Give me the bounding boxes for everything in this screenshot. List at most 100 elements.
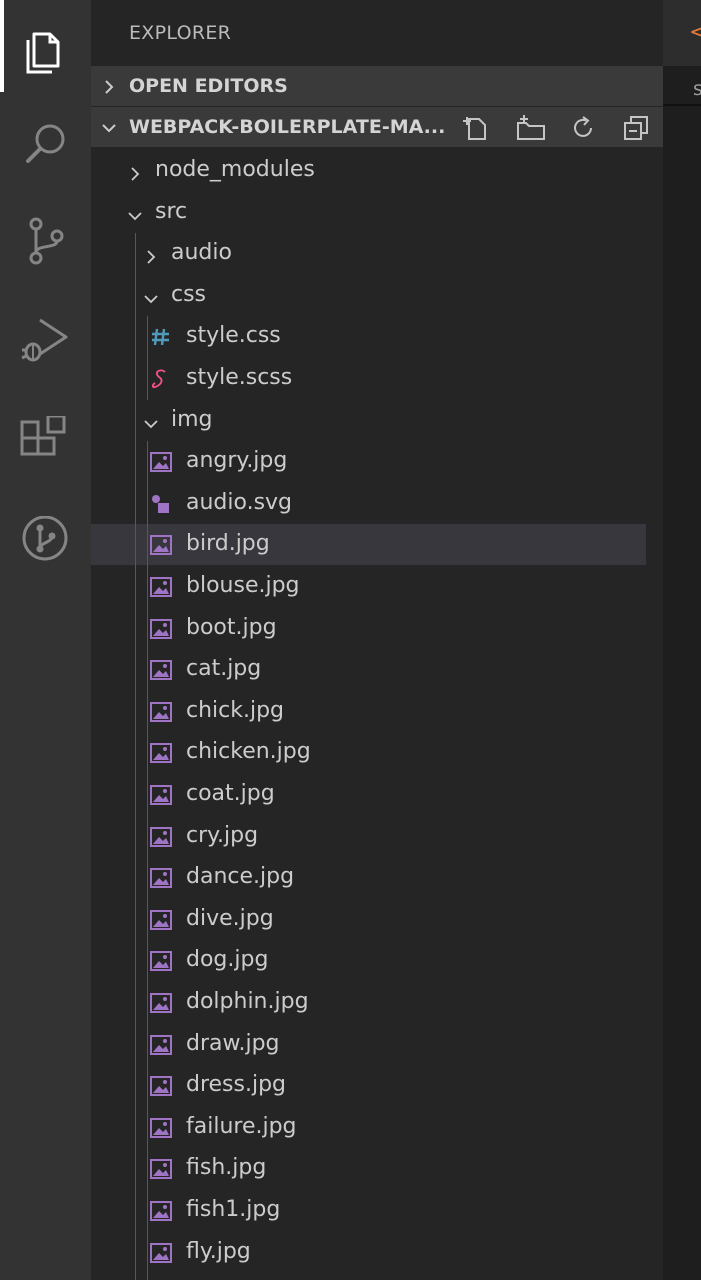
activity-bar <box>0 0 91 1280</box>
chevron-down-icon <box>143 288 159 313</box>
tree-item-label: dress.jpg <box>186 1072 287 1098</box>
chevron-right-icon <box>143 246 159 271</box>
new-file-icon[interactable] <box>463 115 489 146</box>
collapse-all-icon[interactable] <box>623 115 649 146</box>
image-file-icon <box>149 783 173 813</box>
tree-file-row[interactable]: fish.jpg <box>91 1148 646 1189</box>
git-graph-view-button[interactable] <box>0 496 91 580</box>
tree-file-row[interactable]: dolphin.jpg <box>91 982 646 1023</box>
tree-item-label: audio.svg <box>186 489 293 515</box>
tree-folder-row[interactable]: css <box>91 275 646 316</box>
chevron-down-icon <box>101 119 117 141</box>
tree-folder-row[interactable]: audio <box>91 233 646 274</box>
chevron-down-icon <box>127 205 143 230</box>
explorer-view-button[interactable] <box>0 4 91 88</box>
tree-item-label: dolphin.jpg <box>186 989 309 1014</box>
new-folder-icon[interactable] <box>516 115 546 146</box>
image-file-icon <box>149 533 173 563</box>
image-file-icon <box>149 866 173 896</box>
tree-item-label: blouse.jpg <box>186 573 300 598</box>
tree-file-row[interactable]: dress.jpg <box>91 1065 646 1106</box>
tree-folder-row[interactable]: node_modules <box>91 150 646 191</box>
tree-file-row[interactable]: boot.jpg <box>91 608 646 649</box>
tree-file-row[interactable]: angry.jpg <box>91 441 646 482</box>
tree-item-label: css <box>171 281 207 307</box>
tree-file-row[interactable]: bird.jpg <box>91 524 646 566</box>
tree-file-row[interactable]: dance.jpg <box>91 857 646 898</box>
image-file-icon <box>149 741 173 771</box>
tree-item-label: chick.jpg <box>186 697 285 723</box>
tree-item-label: img <box>171 406 213 432</box>
tree-item-label: node_modules <box>155 157 315 182</box>
tree-file-row[interactable]: style.css <box>91 316 646 357</box>
tree-file-row[interactable]: failure.jpg <box>91 1107 646 1148</box>
breadcrumb-fragment: s <box>693 78 701 100</box>
tree-item-label: cat.jpg <box>186 656 262 682</box>
image-file-icon <box>149 825 173 855</box>
image-file-icon <box>149 1033 173 1063</box>
image-file-icon <box>149 991 173 1021</box>
project-header[interactable]: WEBPACK-BOILERPLATE-MA... <box>91 107 663 147</box>
indent-guide <box>147 316 148 400</box>
image-file-icon <box>149 1199 173 1229</box>
source-control-view-button[interactable] <box>0 196 91 280</box>
tree-item-label: fly.jpg <box>186 1238 251 1264</box>
explorer-title: EXPLORER <box>129 22 232 44</box>
tree-folder-row[interactable]: img <box>91 400 646 441</box>
tree-item-label: src <box>155 198 188 224</box>
tree-file-row[interactable]: chick.jpg <box>91 691 646 732</box>
image-file-icon <box>149 450 173 480</box>
tree-file-row[interactable]: blouse.jpg <box>91 566 646 607</box>
tree-item-label: audio <box>171 240 232 266</box>
tree-folder-row[interactable]: src <box>91 192 646 233</box>
tree-item-label: dance.jpg <box>186 864 295 890</box>
open-editors-label: OPEN EDITORS <box>129 75 288 97</box>
tree-file-row[interactable]: dive.jpg <box>91 899 646 940</box>
search-view-button[interactable] <box>0 100 91 184</box>
tree-item-label: fish.jpg <box>186 1155 267 1181</box>
indent-guide <box>135 233 136 1280</box>
tree-file-row[interactable]: cat.jpg <box>91 649 646 690</box>
project-label: WEBPACK-BOILERPLATE-MA... <box>129 116 446 138</box>
tree-file-row[interactable]: audio.svg <box>91 483 646 524</box>
tree-file-row[interactable]: style.scss <box>91 358 646 399</box>
tree-item-label: style.scss <box>186 365 293 390</box>
image-file-icon <box>149 575 173 605</box>
editor-tab-bar: < <box>663 0 701 66</box>
tree-file-row[interactable]: fish1.jpg <box>91 1190 646 1231</box>
tree-item-label: dive.jpg <box>186 905 274 931</box>
run-debug-view-button[interactable] <box>0 296 91 380</box>
open-editors-header[interactable]: OPEN EDITORS <box>91 66 663 106</box>
editor-area: < s <box>663 0 701 1280</box>
svg-file-icon <box>149 492 173 522</box>
tree-item-label: bird.jpg <box>186 531 270 557</box>
tree-file-row[interactable]: coat.jpg <box>91 774 646 815</box>
css-file-icon <box>149 325 173 355</box>
image-file-icon <box>149 1157 173 1187</box>
editor-divider <box>663 104 701 106</box>
tree-file-row[interactable]: cry.jpg <box>91 816 646 857</box>
indent-guide <box>147 441 148 1280</box>
tree-item-label: coat.jpg <box>186 781 275 806</box>
tree-item-label: boot.jpg <box>186 614 277 640</box>
tree-item-label: cry.jpg <box>186 822 259 848</box>
tree-item-label: chicken.jpg <box>186 739 311 765</box>
extensions-view-button[interactable] <box>0 396 91 480</box>
tree-item-label: draw.jpg <box>186 1030 280 1056</box>
tree-file-row[interactable]: dog.jpg <box>91 940 646 981</box>
image-file-icon <box>149 1074 173 1104</box>
tree-file-row[interactable]: fly.jpg <box>91 1232 646 1273</box>
tree-file-row[interactable]: draw.jpg <box>91 1024 646 1065</box>
tree-item-label: fish1.jpg <box>186 1197 281 1222</box>
tree-file-row[interactable]: chicken.jpg <box>91 732 646 773</box>
tree-item-label: style.css <box>186 323 281 349</box>
tree-item-label: dog.jpg <box>186 947 269 973</box>
image-file-icon <box>149 908 173 938</box>
tab-file-icon[interactable]: < <box>689 20 701 45</box>
tree-item-label: angry.jpg <box>186 448 288 474</box>
refresh-icon[interactable] <box>570 115 596 146</box>
image-file-icon <box>149 658 173 688</box>
image-file-icon <box>149 617 173 647</box>
image-file-icon <box>149 700 173 730</box>
image-file-icon <box>149 1116 173 1146</box>
